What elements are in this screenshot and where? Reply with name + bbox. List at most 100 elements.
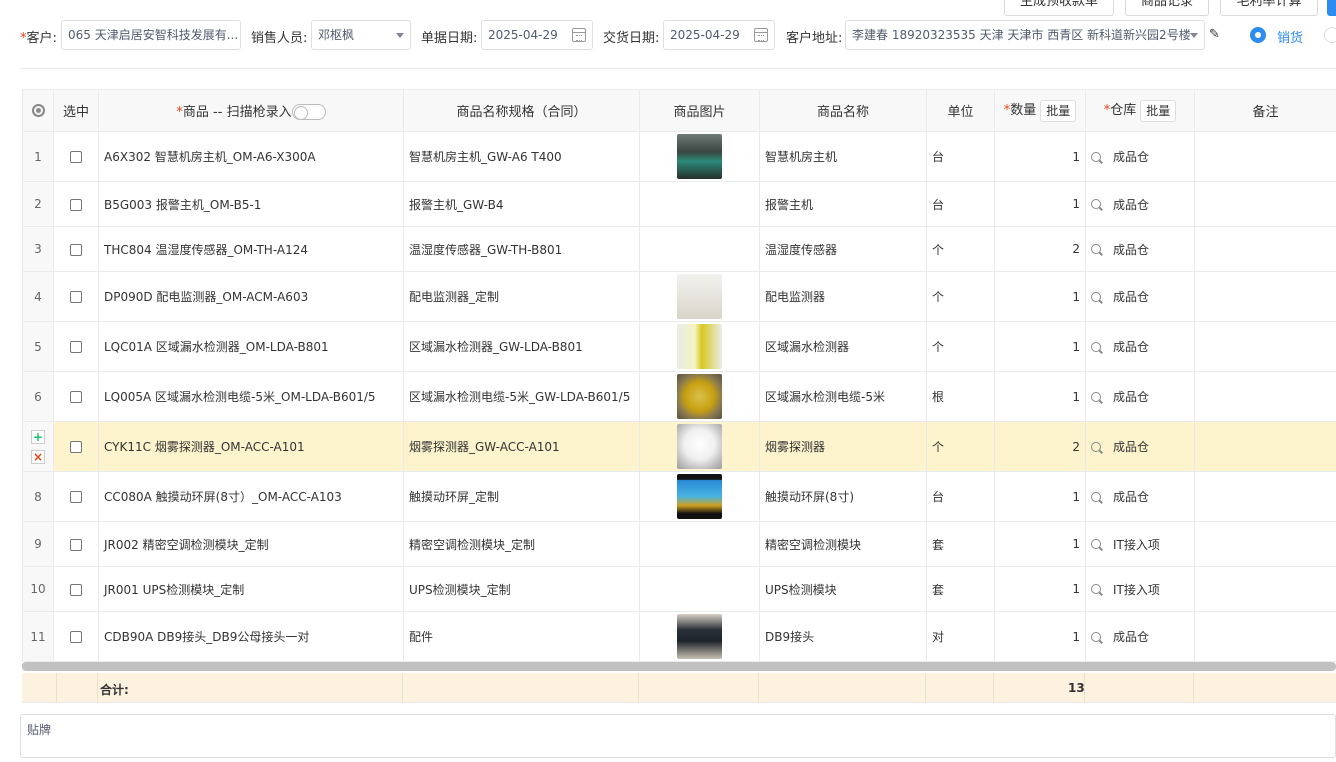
cell-warehouse[interactable]: 成品仓 (1085, 611, 1195, 662)
row-checkbox[interactable] (70, 341, 82, 353)
cell-qty[interactable]: 2 (994, 226, 1086, 272)
table-row[interactable]: 9 JR002 精密空调检测模块_定制 精密空调检测模块_定制 精密空调检测模块套 1 I… (22, 521, 1336, 567)
product-image[interactable] (677, 134, 722, 179)
sales-mode-radio[interactable] (1250, 27, 1266, 43)
row-checkbox[interactable] (70, 631, 82, 643)
cell-product[interactable]: B5G003 报警主机_OM-B5-1 (98, 181, 404, 227)
table-row[interactable]: + × CYK11C 烟雾探测器_OM-ACC-A101 烟雾探测器_GW-ACC-A… (22, 421, 1336, 472)
cell-product[interactable]: DP090D 配电监测器_OM-ACM-A603 (98, 271, 404, 322)
customer-select[interactable]: 065 天津启居安智科技发展有... (61, 20, 241, 50)
margin-calc-button[interactable]: 毛利率计算 (1220, 0, 1318, 16)
sales-select[interactable]: 邓枢枫 (311, 20, 411, 50)
row-checkbox[interactable] (70, 583, 82, 596)
cell-product[interactable]: LQ005A 区域漏水检测电缆-5米_OM-LDA-B601/5 (98, 371, 404, 422)
cell-product[interactable]: A6X302 智慧机房主机_OM-A6-X300A (98, 131, 404, 182)
cell-qty[interactable]: 1 (994, 321, 1086, 372)
cell-warehouse[interactable]: 成品仓 (1085, 131, 1195, 182)
table-row[interactable]: 10 JR001 UPS检测模块_定制 UPS检测模块_定制 UPS检测模块套 1 IT接… (22, 566, 1336, 612)
cell-warehouse[interactable]: IT接入项 (1085, 566, 1195, 612)
cell-product[interactable]: THC804 温湿度传感器_OM-TH-A124 (98, 226, 404, 272)
generate-prepayment-button[interactable]: 生成预收款单 (1004, 0, 1114, 16)
cell-remark[interactable] (1194, 421, 1336, 472)
add-row-icon[interactable]: + (31, 429, 45, 444)
cell-product[interactable]: CC080A 触摸动环屏(8寸）_OM-ACC-A103 (98, 471, 404, 522)
primary-action-button[interactable] (1327, 0, 1336, 16)
product-records-button[interactable]: 商品记录 (1125, 0, 1209, 16)
delivery-date-picker[interactable]: 2025-04-29 (663, 20, 775, 50)
product-image[interactable] (677, 474, 722, 519)
search-icon[interactable] (1091, 291, 1103, 304)
table-row[interactable]: 8 CC080A 触摸动环屏(8寸）_OM-ACC-A103 触摸动环屏_定制 触摸动… (22, 471, 1336, 522)
cell-product[interactable]: JR001 UPS检测模块_定制 (98, 566, 404, 612)
search-icon[interactable] (1091, 631, 1103, 644)
cell-remark[interactable] (1194, 181, 1336, 227)
search-icon[interactable] (1091, 441, 1103, 454)
cell-remark[interactable] (1194, 611, 1336, 662)
remark-textarea[interactable]: 贴牌 (20, 714, 1336, 758)
cell-spec[interactable]: 温湿度传感器_GW-TH-B801 (403, 226, 640, 272)
search-icon[interactable] (1091, 539, 1103, 551)
row-checkbox[interactable] (70, 198, 82, 211)
table-row[interactable]: 1 A6X302 智慧机房主机_OM-A6-X300A 智慧机房主机_GW-A6 T… (22, 131, 1336, 182)
cell-product[interactable]: CDB90A DB9接头_DB9公母接头一对 (98, 611, 404, 662)
address-select[interactable]: 李建春 18920323535 天津 天津市 西青区 新科道新兴园2号楼 (845, 20, 1205, 50)
cell-qty[interactable]: 1 (994, 611, 1086, 662)
calendar-icon[interactable] (754, 28, 768, 42)
cell-product[interactable]: CYK11C 烟雾探测器_OM-ACC-A101 (98, 421, 404, 472)
cell-spec[interactable]: 精密空调检测模块_定制 (403, 521, 640, 567)
cell-spec[interactable]: 触摸动环屏_定制 (403, 471, 640, 522)
row-checkbox[interactable] (70, 151, 82, 163)
search-icon[interactable] (1091, 341, 1103, 354)
cell-qty[interactable]: 1 (994, 566, 1086, 612)
row-checkbox[interactable] (70, 441, 82, 453)
cell-product[interactable]: JR002 精密空调检测模块_定制 (98, 521, 404, 567)
row-checkbox[interactable] (70, 391, 82, 403)
cell-warehouse[interactable]: 成品仓 (1085, 321, 1195, 372)
search-icon[interactable] (1091, 391, 1103, 404)
gear-icon[interactable] (31, 104, 45, 117)
row-checkbox[interactable] (70, 538, 82, 551)
cell-qty[interactable]: 1 (994, 181, 1086, 227)
cell-qty[interactable]: 1 (994, 271, 1086, 322)
cell-remark[interactable] (1194, 471, 1336, 522)
table-row[interactable]: 3 THC804 温湿度传感器_OM-TH-A124 温湿度传感器_GW-TH-B8… (22, 226, 1336, 272)
cell-remark[interactable] (1194, 131, 1336, 182)
calendar-icon[interactable] (572, 28, 586, 42)
cell-spec[interactable]: 区域漏水检测器_GW-LDA-B801 (403, 321, 640, 372)
column-settings[interactable] (22, 89, 54, 132)
cell-warehouse[interactable]: 成品仓 (1085, 271, 1195, 322)
cell-remark[interactable] (1194, 226, 1336, 272)
cell-warehouse[interactable]: 成品仓 (1085, 421, 1195, 472)
row-checkbox[interactable] (70, 291, 82, 303)
cell-qty[interactable]: 1 (994, 371, 1086, 422)
cell-qty[interactable]: 2 (994, 421, 1086, 472)
cell-qty[interactable]: 1 (994, 471, 1086, 522)
cell-warehouse[interactable]: 成品仓 (1085, 371, 1195, 422)
table-row[interactable]: 11 CDB90A DB9接头_DB9公母接头一对 配件 DB9接头对 1 成品仓 (22, 611, 1336, 662)
search-icon[interactable] (1091, 151, 1103, 164)
cell-remark[interactable] (1194, 521, 1336, 567)
product-image[interactable] (677, 614, 722, 659)
table-row[interactable]: 2 B5G003 报警主机_OM-B5-1 报警主机_GW-B4 报警主机台 1 成品仓 (22, 181, 1336, 227)
search-icon[interactable] (1091, 199, 1103, 211)
warehouse-batch-button[interactable]: 批量 (1140, 99, 1177, 122)
cell-qty[interactable]: 1 (994, 131, 1086, 182)
scanner-toggle[interactable] (291, 104, 326, 121)
product-image[interactable] (677, 374, 722, 419)
cell-remark[interactable] (1194, 371, 1336, 422)
cell-qty[interactable]: 1 (994, 521, 1086, 567)
row-checkbox[interactable] (70, 243, 82, 256)
delete-row-icon[interactable]: × (31, 449, 45, 464)
horizontal-scrollbar[interactable] (22, 662, 1336, 671)
cell-spec[interactable]: 配电监测器_定制 (403, 271, 640, 322)
table-row[interactable]: 5 LQC01A 区域漏水检测器_OM-LDA-B801 区域漏水检测器_GW-LD… (22, 321, 1336, 372)
cell-spec[interactable]: 区域漏水检测电缆-5米_GW-LDA-B601/5 (403, 371, 640, 422)
product-image[interactable] (677, 424, 722, 469)
search-icon[interactable] (1091, 491, 1103, 504)
qty-batch-button[interactable]: 批量 (1040, 99, 1077, 122)
cell-spec[interactable]: 配件 (403, 611, 640, 662)
row-checkbox[interactable] (70, 491, 82, 503)
search-icon[interactable] (1091, 584, 1103, 596)
table-row[interactable]: 4 DP090D 配电监测器_OM-ACM-A603 配电监测器_定制 配电监测器个 1… (22, 271, 1336, 322)
search-icon[interactable] (1091, 244, 1103, 256)
